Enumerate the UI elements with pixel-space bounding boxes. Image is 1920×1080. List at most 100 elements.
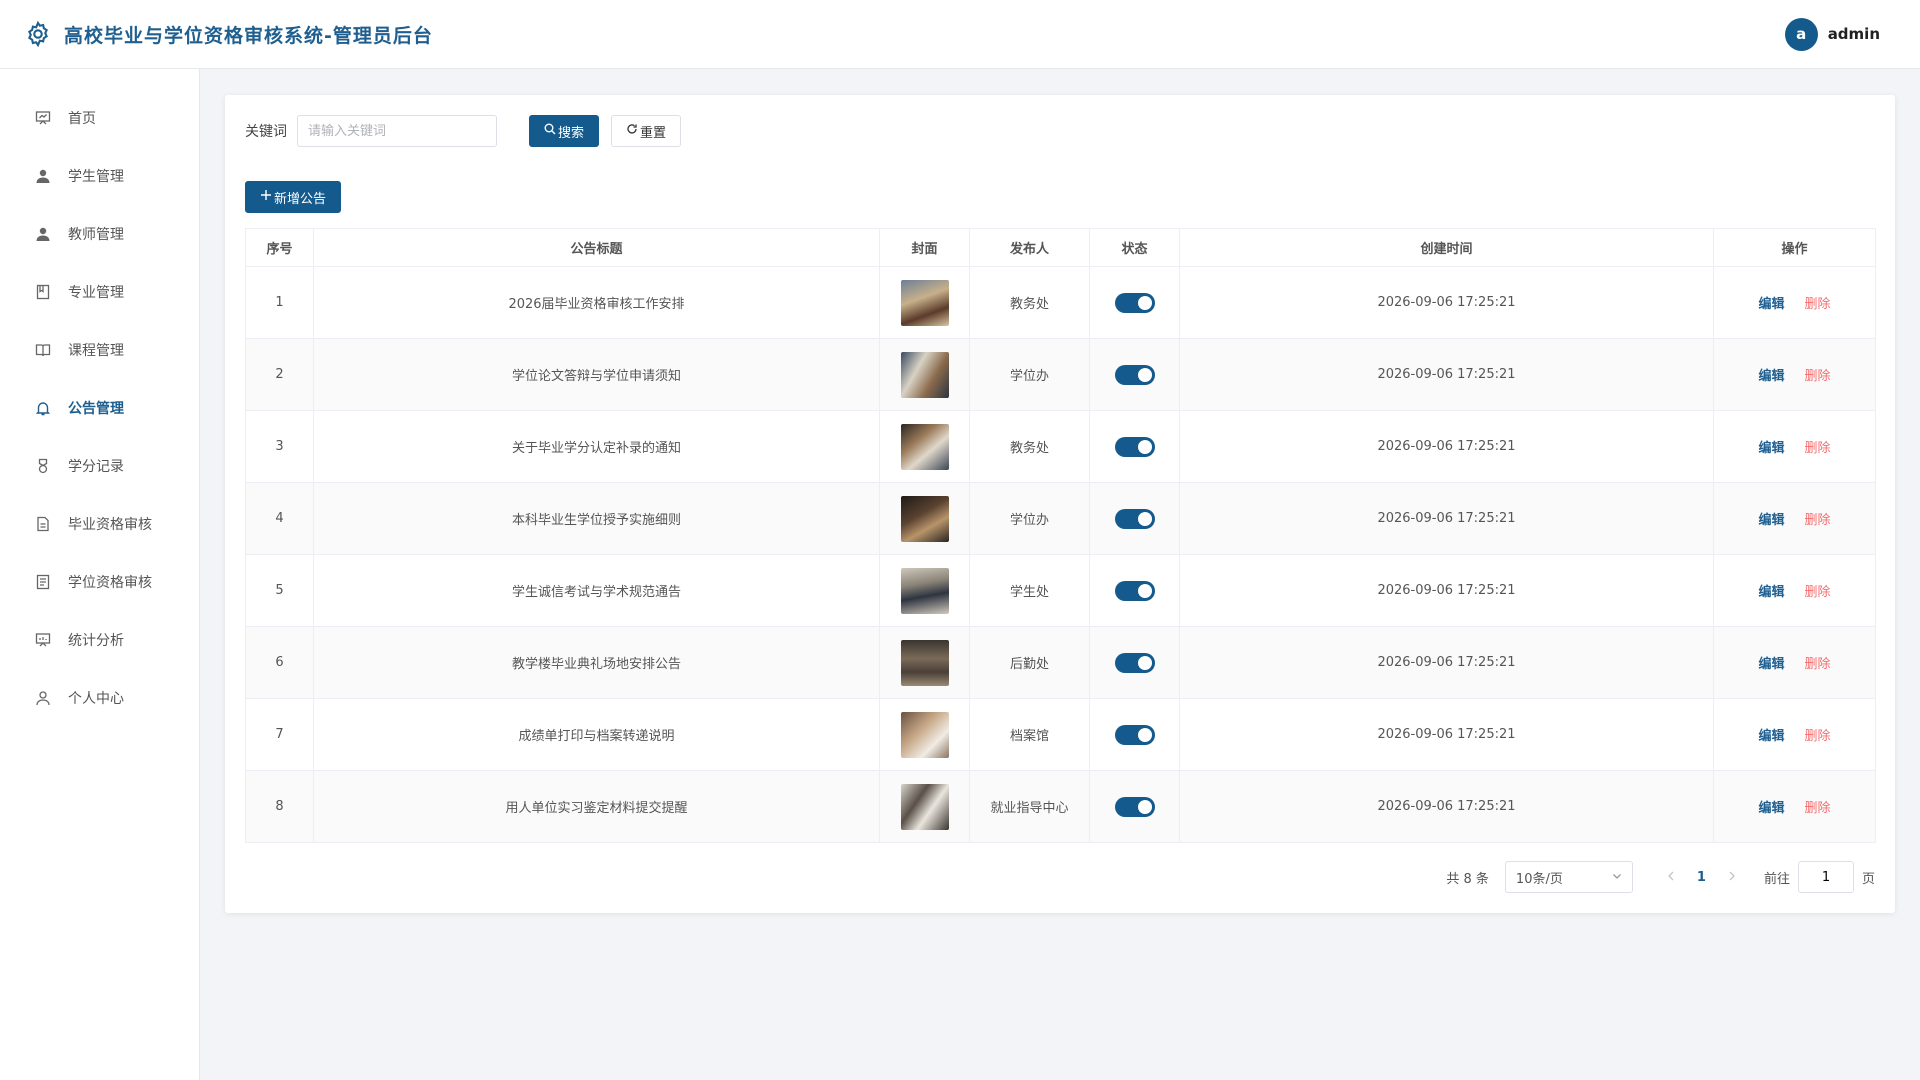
row-cover (879, 266, 970, 339)
row-status (1089, 770, 1180, 843)
delete-link[interactable]: 删除 (1805, 369, 1831, 384)
edit-link[interactable]: 编辑 (1758, 657, 1784, 672)
sidebar-item-profile[interactable]: 个人中心 (0, 669, 199, 727)
row-created: 2026-09-06 17:25:21 (1179, 554, 1714, 627)
delete-link[interactable]: 删除 (1805, 513, 1831, 528)
presentation-icon (34, 631, 52, 649)
row-cover (879, 410, 970, 483)
refresh-icon (626, 123, 638, 139)
search-icon (544, 123, 556, 139)
cover-thumbnail[interactable] (900, 279, 949, 326)
row-cover (879, 626, 970, 699)
sidebar-item-label: 专业管理 (68, 285, 124, 301)
edit-link[interactable]: 编辑 (1758, 585, 1784, 600)
row-title: 2026届毕业资格审核工作安排 (313, 266, 880, 339)
goto-page-input[interactable] (1797, 861, 1854, 893)
status-toggle[interactable] (1114, 292, 1155, 313)
sidebar-item-label: 学位资格审核 (68, 575, 152, 591)
announcement-table: 序号 公告标题 封面 发布人 状态 创建时间 操作 1 2026届毕业资格审核工… (245, 228, 1876, 843)
edit-link[interactable]: 编辑 (1758, 441, 1784, 456)
edit-link[interactable]: 编辑 (1758, 297, 1784, 312)
row-status (1089, 410, 1180, 483)
sidebar-item-courses[interactable]: 课程管理 (0, 321, 199, 379)
row-created: 2026-09-06 17:25:21 (1179, 698, 1714, 771)
status-toggle[interactable] (1114, 796, 1155, 817)
plus-icon (260, 189, 272, 205)
table-row: 3 关于毕业学分认定补录的通知 教务处 2026-09-06 17:25:21 … (245, 410, 1876, 483)
bell-icon (34, 399, 52, 417)
cover-thumbnail[interactable] (900, 495, 949, 542)
row-created: 2026-09-06 17:25:21 (1179, 338, 1714, 411)
row-cover (879, 482, 970, 555)
cover-thumbnail[interactable] (900, 567, 949, 614)
sidebar-item-home[interactable]: 首页 (0, 89, 199, 147)
sidebar-item-graduation-review[interactable]: 毕业资格审核 (0, 495, 199, 553)
row-index: 7 (245, 698, 314, 771)
avatar[interactable]: a (1784, 17, 1818, 51)
dashboard-icon (34, 109, 52, 127)
status-toggle[interactable] (1114, 724, 1155, 745)
top-header: 高校毕业与学位资格审核系统-管理员后台 a admin (0, 0, 1920, 69)
delete-link[interactable]: 删除 (1805, 297, 1831, 312)
row-actions: 编辑 删除 (1713, 338, 1876, 411)
reset-button[interactable]: 重置 (611, 115, 682, 147)
row-created: 2026-09-06 17:25:21 (1179, 410, 1714, 483)
row-actions: 编辑 删除 (1713, 626, 1876, 699)
table-row: 5 学生诚信考试与学术规范通告 学生处 2026-09-06 17:25:21 … (245, 554, 1876, 627)
cover-thumbnail[interactable] (900, 423, 949, 470)
row-created: 2026-09-06 17:25:21 (1179, 626, 1714, 699)
next-page-button[interactable] (1718, 870, 1746, 885)
edit-link[interactable]: 编辑 (1758, 801, 1784, 816)
delete-link[interactable]: 删除 (1805, 801, 1831, 816)
row-publisher: 教务处 (969, 410, 1090, 483)
row-title: 学生诚信考试与学术规范通告 (313, 554, 880, 627)
keyword-input[interactable] (297, 115, 497, 147)
row-cover (879, 338, 970, 411)
status-toggle[interactable] (1114, 508, 1155, 529)
page-size-value: 10条/页 (1515, 871, 1563, 887)
person-icon (34, 689, 52, 707)
cover-thumbnail[interactable] (900, 351, 949, 398)
row-created: 2026-09-06 17:25:21 (1179, 770, 1714, 843)
delete-link[interactable]: 删除 (1805, 585, 1831, 600)
page-number[interactable]: 1 (1685, 870, 1718, 885)
edit-link[interactable]: 编辑 (1758, 729, 1784, 744)
sidebar-item-teachers[interactable]: 教师管理 (0, 205, 199, 263)
sidebar-item-statistics[interactable]: 统计分析 (0, 611, 199, 669)
cover-thumbnail[interactable] (900, 639, 949, 686)
status-toggle[interactable] (1114, 364, 1155, 385)
page-suffix: 页 (1861, 871, 1875, 887)
sidebar-item-majors[interactable]: 专业管理 (0, 263, 199, 321)
document-icon (34, 515, 52, 533)
add-announcement-button[interactable]: 新增公告 (245, 181, 342, 213)
row-index: 3 (245, 410, 314, 483)
row-status (1089, 482, 1180, 555)
sidebar-item-credits[interactable]: 学分记录 (0, 437, 199, 495)
status-toggle[interactable] (1114, 580, 1155, 601)
username[interactable]: admin (1828, 25, 1880, 43)
sidebar-item-announcements[interactable]: 公告管理 (0, 379, 199, 437)
sidebar-item-label: 课程管理 (68, 343, 124, 359)
row-title: 本科毕业生学位授予实施细则 (313, 482, 880, 555)
delete-link[interactable]: 删除 (1805, 441, 1831, 456)
sidebar-item-students[interactable]: 学生管理 (0, 147, 199, 205)
cover-thumbnail[interactable] (900, 711, 949, 758)
cover-thumbnail[interactable] (900, 783, 949, 830)
row-actions: 编辑 删除 (1713, 410, 1876, 483)
row-publisher: 教务处 (969, 266, 1090, 339)
edit-link[interactable]: 编辑 (1758, 369, 1784, 384)
user-menu[interactable]: a admin (1784, 17, 1880, 51)
prev-page-button[interactable] (1657, 870, 1685, 885)
sidebar-item-degree-review[interactable]: 学位资格审核 (0, 553, 199, 611)
edit-link[interactable]: 编辑 (1758, 513, 1784, 528)
status-toggle[interactable] (1114, 436, 1155, 457)
col-created: 创建时间 (1179, 228, 1714, 267)
delete-link[interactable]: 删除 (1805, 729, 1831, 744)
delete-link[interactable]: 删除 (1805, 657, 1831, 672)
row-index: 8 (245, 770, 314, 843)
search-button[interactable]: 搜索 (529, 115, 600, 147)
status-toggle[interactable] (1114, 652, 1155, 673)
page-size-select[interactable]: 10条/页 (1504, 861, 1633, 893)
reset-button-label: 重置 (640, 125, 667, 141)
filter-bar: 关键词 搜索 重置 (245, 115, 682, 147)
